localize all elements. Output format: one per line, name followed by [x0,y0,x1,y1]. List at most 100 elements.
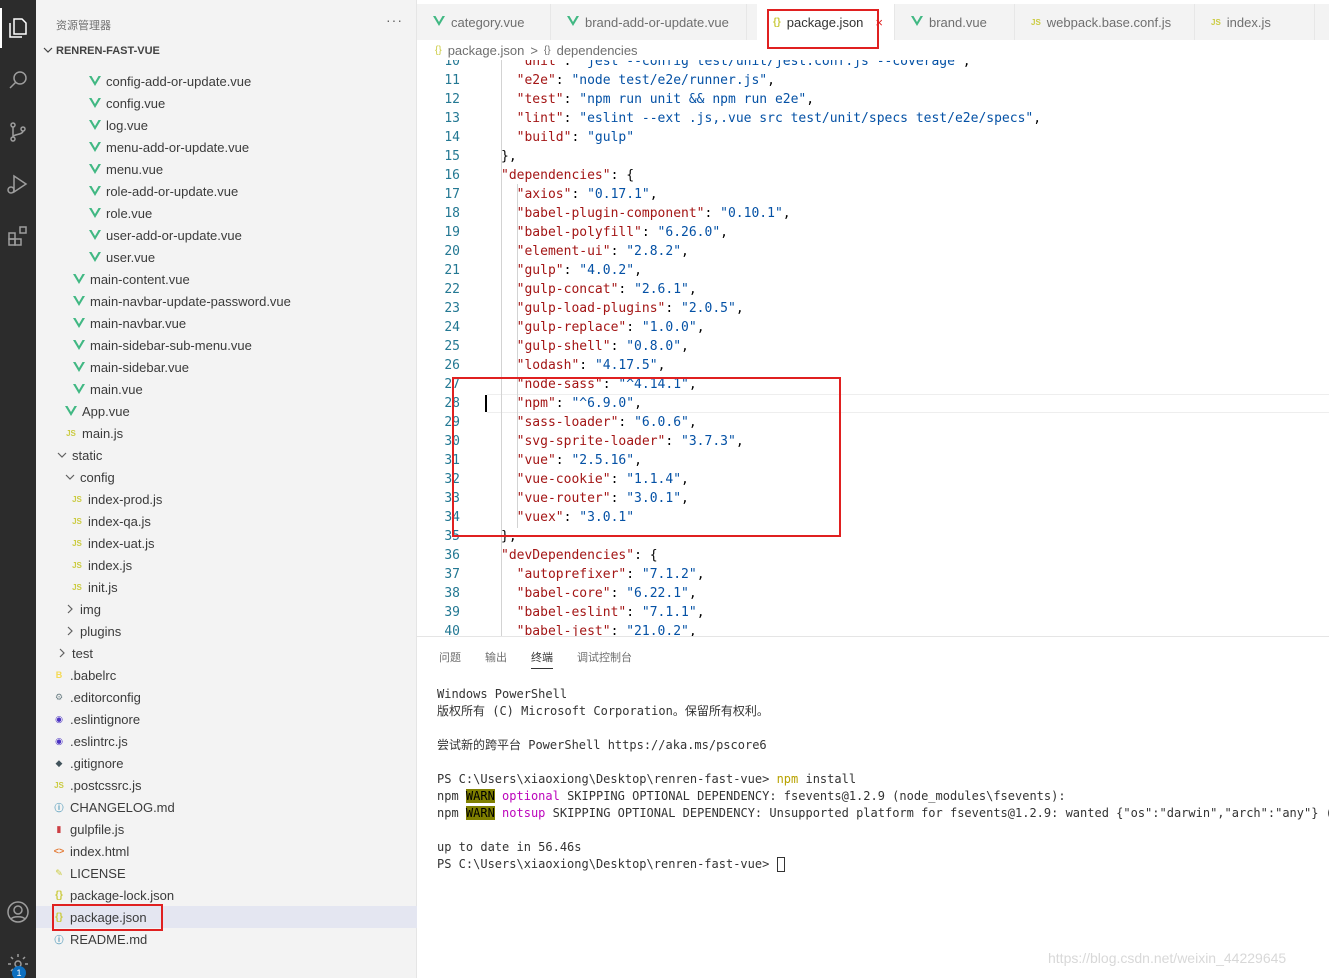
tree-item[interactable]: main-content.vue [36,268,417,290]
info-icon: ⓘ [54,934,64,945]
tree-item[interactable]: ◉ .eslintignore [36,708,417,730]
line-number: 37 [444,567,460,582]
tree-item-label: index-qa.js [88,513,151,529]
chevron-right-icon [64,624,76,638]
tree-item[interactable]: user-add-or-update.vue [36,224,417,246]
tree-item-label: config [80,469,115,485]
line-number: 15 [444,149,460,164]
tree-item[interactable]: main-navbar-update-password.vue [36,290,417,312]
tree-item[interactable]: ⓘ CHANGELOG.md [36,796,417,818]
terminal-command: npm [776,772,799,786]
tree-item[interactable]: main-sidebar-sub-menu.vue [36,334,417,356]
panel-tab-problems[interactable]: 问题 [439,649,461,665]
tab-brand-add-or-update[interactable]: brand-add-or-update.vue [551,4,747,40]
eslint-icon: ◉ [55,713,63,724]
line-number: 17 [444,187,460,202]
more-actions-icon[interactable]: ··· [386,12,403,28]
vue-icon [72,294,86,308]
activity-bar: 1 [0,0,36,978]
tree-item[interactable]: ◆ .gitignore [36,752,417,774]
code-line: 16 "dependencies": { [417,166,1329,185]
tree-item[interactable]: plugins [36,620,417,642]
tab-label: index.js [1226,14,1271,30]
tree-item-label: user.vue [106,249,156,265]
tree-item[interactable]: menu-add-or-update.vue [36,136,417,158]
tree-item[interactable]: test [36,642,417,664]
tree-item[interactable]: App.vue [36,400,417,422]
tree-item[interactable]: ⓘ README.md [36,928,417,950]
vue-icon [72,338,86,352]
breadcrumb-symbol[interactable]: dependencies [557,43,638,58]
code-editor[interactable]: 10 "unit": "jest --config test/unit/jest… [417,60,1329,636]
tree-item[interactable]: static [36,444,417,466]
tree-item[interactable]: config.vue [36,92,417,114]
tree-item[interactable]: JS index-qa.js [36,510,417,532]
tree-item[interactable]: ▮ gulpfile.js [36,818,417,840]
tree-item[interactable]: config-add-or-update.vue [36,70,417,92]
tab-index-js[interactable]: JS index.js [1195,4,1315,40]
tree-item[interactable]: JS init.js [36,576,417,598]
panel-tab-terminal[interactable]: 终端 [531,649,553,669]
warn-tag: optional [502,789,560,803]
js-icon: JS [72,494,82,504]
files-icon[interactable] [0,8,36,48]
code-text: "devDependencies": { [501,548,658,563]
tree-item[interactable]: JS index-uat.js [36,532,417,554]
explorer-sidebar: 资源管理器 ··· RENREN-FAST-VUE config-add-or-… [36,0,417,978]
panel-tab-output[interactable]: 输出 [485,649,507,665]
tree-item[interactable]: ⚙ .editorconfig [36,686,417,708]
info-icon: ⓘ [54,802,64,813]
tree-item[interactable]: role.vue [36,202,417,224]
panel-tab-debug-console[interactable]: 调试控制台 [577,649,632,665]
chevron-down-icon [56,448,68,462]
code-text: "babel-core": "6.22.1", [516,586,697,601]
tab-webpack-base-conf[interactable]: JS webpack.base.conf.js [1015,4,1195,40]
tree-item[interactable]: JS index-prod.js [36,488,417,510]
tree-item[interactable]: B .babelrc [36,664,417,686]
tree-item[interactable]: main.vue [36,378,417,400]
tree-item[interactable]: JS main.js [36,422,417,444]
json-icon: {} [55,889,63,901]
highlight-box-dependencies [452,377,841,537]
account-icon[interactable] [0,892,36,932]
code-text: }, [501,149,517,164]
tree-item[interactable]: JS .postcssrc.js [36,774,417,796]
code-line: 26 "lodash": "4.17.5", [417,356,1329,375]
line-number: 20 [444,244,460,259]
search-icon[interactable] [0,60,36,100]
extensions-icon[interactable] [0,216,36,256]
terminal-line[interactable]: PS C:\Users\xiaoxiong\Desktop\renren-fas… [437,856,785,873]
tree-item-label: main-sidebar-sub-menu.vue [90,337,252,353]
source-control-icon[interactable] [0,112,36,152]
code-line: 11 "e2e": "node test/e2e/runner.js", [417,71,1329,90]
tree-item[interactable]: log.vue [36,114,417,136]
highlight-box-package-json [52,904,163,931]
tree-item[interactable]: {} package-lock.json [36,884,417,906]
breadcrumb-file[interactable]: package.json [448,43,525,58]
tree-item[interactable]: ◉ .eslintrc.js [36,730,417,752]
tab-category-vue[interactable]: category.vue [417,4,551,40]
line-number: 23 [444,301,460,316]
tree-item[interactable]: menu.vue [36,158,417,180]
run-debug-icon[interactable] [0,164,36,204]
tree-item[interactable]: JS index.js [36,554,417,576]
code-text: "babel-polyfill": "6.26.0", [516,225,728,240]
tree-item[interactable]: config [36,466,417,488]
tree-item-label: index.js [88,557,133,573]
line-number: 36 [444,548,460,563]
tree-item[interactable]: role-add-or-update.vue [36,180,417,202]
tree-item[interactable]: main-sidebar.vue [36,356,417,378]
tree-item[interactable]: <> index.html [36,840,417,862]
line-number: 22 [444,282,460,297]
tab-brand-vue[interactable]: brand.vue [895,4,1015,40]
tree-item-label: config.vue [106,95,166,111]
tree-item[interactable]: img [36,598,417,620]
tree-item[interactable]: main-navbar.vue [36,312,417,334]
tree-item[interactable]: ✎ LICENSE [36,862,417,884]
gear-icon: ⚙ [54,691,64,702]
code-line: 25 "gulp-shell": "0.8.0", [417,337,1329,356]
line-number: 12 [444,92,460,107]
tree-item[interactable]: user.vue [36,246,417,268]
workspace-section-header[interactable]: RENREN-FAST-VUE [36,40,417,62]
js-icon: JS [72,516,82,526]
